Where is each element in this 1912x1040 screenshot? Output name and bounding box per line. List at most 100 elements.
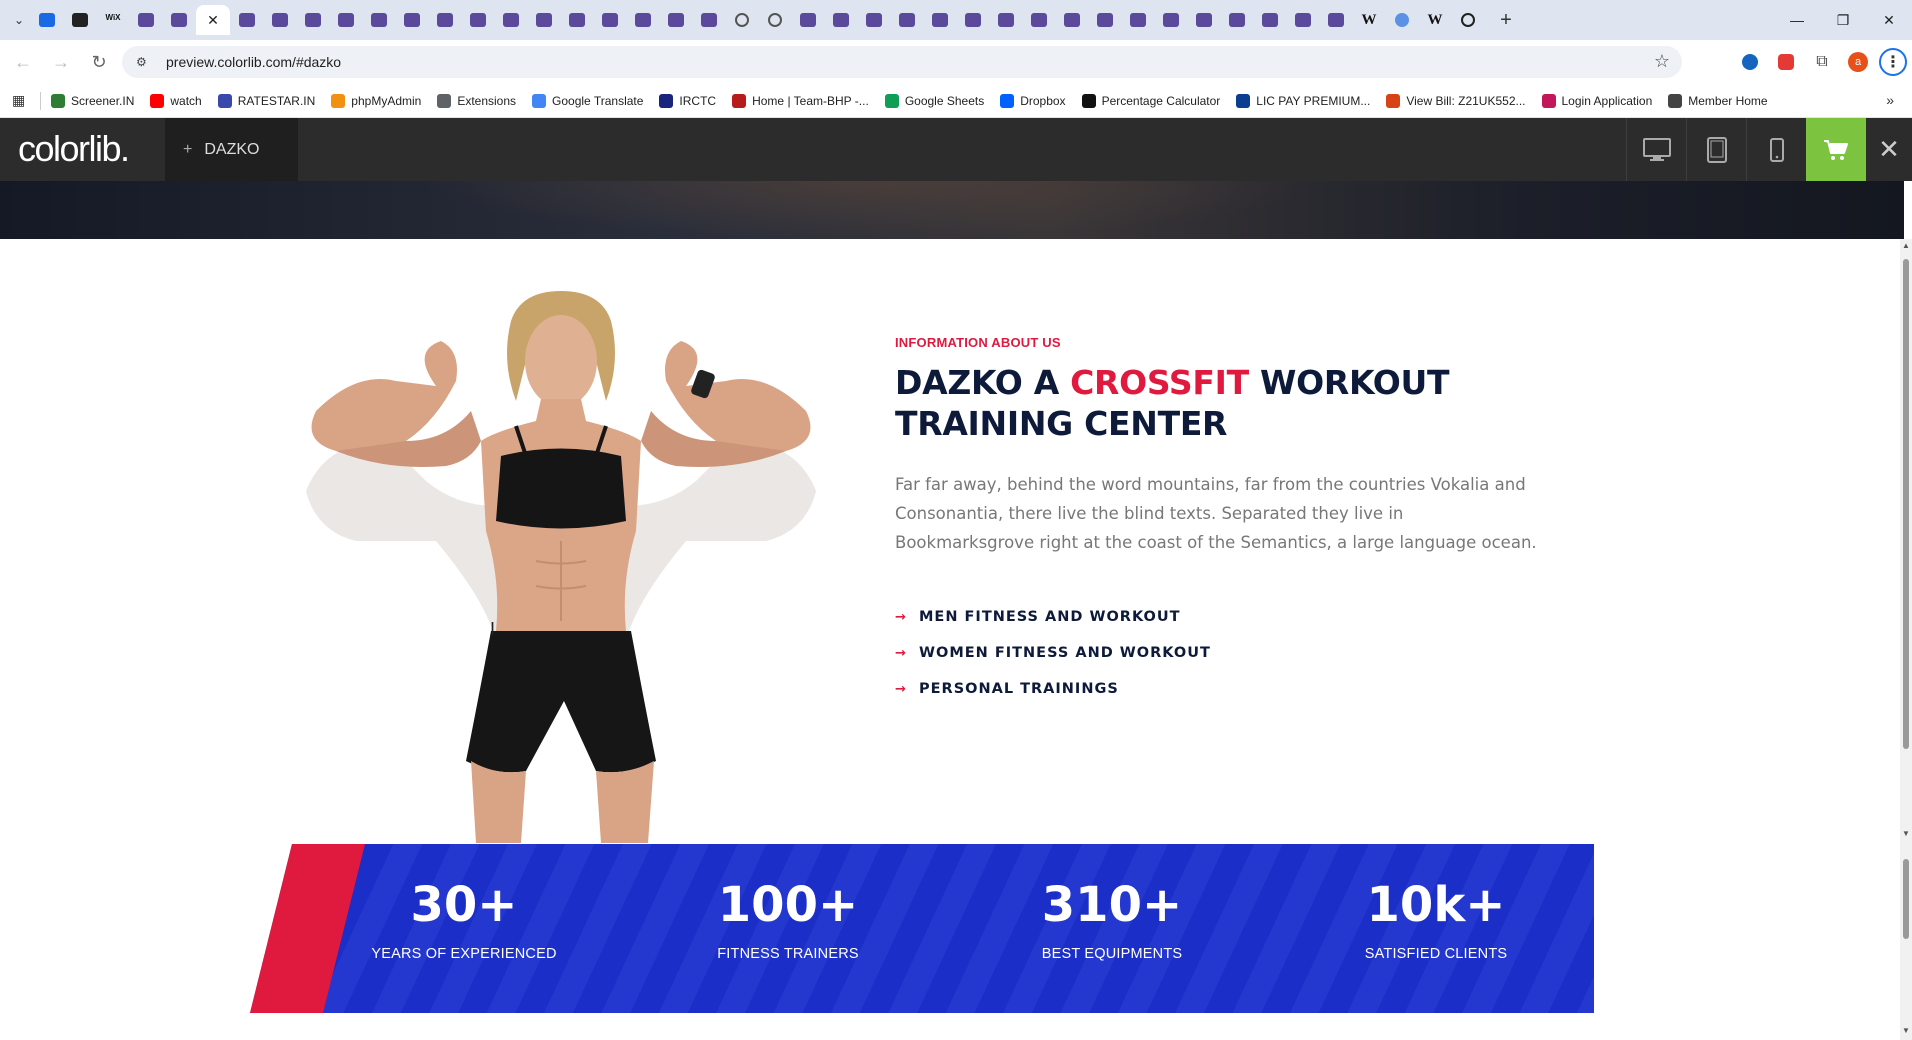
bookmark-item[interactable]: RATESTAR.IN bbox=[217, 93, 315, 108]
desktop-view-button[interactable] bbox=[1626, 118, 1686, 181]
bookmark-item[interactable]: View Bill: Z21UK552... bbox=[1386, 93, 1526, 108]
more-bookmarks-icon[interactable]: » bbox=[1886, 92, 1894, 108]
close-tab-icon[interactable]: ✕ bbox=[207, 12, 219, 29]
browser-tab[interactable] bbox=[231, 5, 263, 35]
scroll-down-icon[interactable]: ▼ bbox=[1900, 829, 1912, 838]
close-preview-button[interactable]: ✕ bbox=[1866, 118, 1912, 181]
browser-tab[interactable] bbox=[1089, 5, 1121, 35]
browser-tab[interactable] bbox=[990, 5, 1022, 35]
browser-tab[interactable] bbox=[627, 5, 659, 35]
chatgpt-icon bbox=[1461, 13, 1475, 27]
extension-icon[interactable] bbox=[1732, 40, 1768, 84]
browser-tab[interactable] bbox=[31, 5, 63, 35]
browser-tab[interactable] bbox=[891, 5, 923, 35]
reload-icon[interactable]: ↻ bbox=[84, 47, 114, 77]
buy-theme-button[interactable] bbox=[1806, 118, 1866, 181]
mobile-view-button[interactable] bbox=[1746, 118, 1806, 181]
browser-tab[interactable] bbox=[1188, 5, 1220, 35]
browser-tab[interactable] bbox=[825, 5, 857, 35]
browser-tab-active[interactable]: ✕ bbox=[196, 5, 230, 35]
tab-search-chevron-icon[interactable]: ⌄ bbox=[8, 9, 30, 31]
browser-tab[interactable] bbox=[495, 5, 527, 35]
browser-tab[interactable] bbox=[163, 5, 195, 35]
browser-tab[interactable] bbox=[1221, 5, 1253, 35]
browser-tab[interactable] bbox=[726, 5, 758, 35]
browser-tab[interactable] bbox=[1254, 5, 1286, 35]
page-scrollbar[interactable]: ▲ ▼ ▼ bbox=[1900, 239, 1912, 1040]
bookmark-favicon-icon bbox=[1081, 93, 1096, 108]
close-window-icon[interactable]: ✕ bbox=[1866, 0, 1912, 40]
wikipedia-icon: W bbox=[1427, 11, 1443, 28]
bookmark-item[interactable]: Home | Team-BHP -... bbox=[732, 93, 869, 108]
browser-tab[interactable] bbox=[561, 5, 593, 35]
browser-tab[interactable] bbox=[264, 5, 296, 35]
bookmark-item[interactable]: Extensions bbox=[437, 93, 516, 108]
browser-tab[interactable] bbox=[660, 5, 692, 35]
forward-icon[interactable]: → bbox=[46, 47, 76, 77]
window-controls: — ❐ ✕ bbox=[1774, 0, 1912, 40]
browser-tab[interactable] bbox=[759, 5, 791, 35]
bookmark-item[interactable]: Percentage Calculator bbox=[1081, 93, 1220, 108]
desktop-icon bbox=[1642, 137, 1671, 161]
browser-tab[interactable] bbox=[429, 5, 461, 35]
bookmark-star-icon[interactable]: ☆ bbox=[1654, 51, 1670, 72]
browser-tab[interactable] bbox=[693, 5, 725, 35]
inner-scrollbar-thumb[interactable] bbox=[1903, 859, 1909, 939]
scroll-up-icon[interactable]: ▲ bbox=[1900, 241, 1912, 250]
bookmark-favicon-icon bbox=[532, 93, 547, 108]
puzzle-extensions-icon[interactable]: ⧉ bbox=[1804, 40, 1840, 84]
browser-tab[interactable] bbox=[594, 5, 626, 35]
bookmark-item[interactable]: Dropbox bbox=[1000, 93, 1066, 108]
browser-tab[interactable] bbox=[363, 5, 395, 35]
browser-tab[interactable] bbox=[1386, 5, 1418, 35]
bookmark-item[interactable]: LIC PAY PREMIUM... bbox=[1236, 93, 1370, 108]
browser-tab[interactable]: WiX bbox=[97, 5, 129, 35]
restore-icon[interactable]: ❐ bbox=[1820, 0, 1866, 40]
new-tab-button[interactable]: + bbox=[1492, 9, 1520, 32]
bookmark-item[interactable]: Login Application bbox=[1541, 93, 1652, 108]
bookmark-item[interactable]: phpMyAdmin bbox=[331, 93, 421, 108]
profile-avatar[interactable]: a bbox=[1840, 40, 1876, 84]
browser-tab[interactable]: W bbox=[1353, 5, 1385, 35]
scroll-down-icon[interactable]: ▼ bbox=[1900, 1026, 1912, 1035]
browser-tab[interactable] bbox=[396, 5, 428, 35]
browser-tab[interactable] bbox=[858, 5, 890, 35]
browser-tab[interactable] bbox=[1122, 5, 1154, 35]
bookmark-item[interactable]: Screener.IN bbox=[51, 93, 134, 108]
url-bar[interactable]: ⚙ preview.colorlib.com/#dazko ☆ bbox=[122, 46, 1682, 78]
browser-tab[interactable] bbox=[924, 5, 956, 35]
scrollbar-thumb[interactable] bbox=[1903, 259, 1909, 749]
browser-tab[interactable] bbox=[792, 5, 824, 35]
colorlib-favicon-icon bbox=[1229, 13, 1245, 27]
tablet-view-button[interactable] bbox=[1686, 118, 1746, 181]
apps-grid-icon[interactable]: ▦ bbox=[12, 92, 32, 109]
minimize-icon[interactable]: — bbox=[1774, 0, 1820, 40]
browser-tab[interactable] bbox=[297, 5, 329, 35]
browser-tab[interactable] bbox=[130, 5, 162, 35]
browser-tab[interactable] bbox=[462, 5, 494, 35]
browser-tab[interactable]: W bbox=[1419, 5, 1451, 35]
colorlib-logo[interactable]: colorlib. bbox=[18, 128, 130, 170]
url-text[interactable]: preview.colorlib.com/#dazko bbox=[166, 54, 341, 70]
theme-selector[interactable]: + DAZKO bbox=[165, 118, 298, 181]
browser-tab[interactable] bbox=[64, 5, 96, 35]
browser-tab[interactable] bbox=[1023, 5, 1055, 35]
browser-tab[interactable] bbox=[1056, 5, 1088, 35]
adblock-shield-icon[interactable] bbox=[1768, 40, 1804, 84]
browser-tab[interactable] bbox=[1452, 5, 1484, 35]
chrome-menu-button[interactable]: ⋮ bbox=[1876, 40, 1912, 84]
bookmark-item[interactable]: Google Sheets bbox=[884, 93, 984, 108]
bookmark-item[interactable]: watch bbox=[150, 93, 202, 108]
browser-tab[interactable] bbox=[528, 5, 560, 35]
bookmark-item[interactable]: Google Translate bbox=[532, 93, 643, 108]
browser-tab[interactable] bbox=[957, 5, 989, 35]
back-icon[interactable]: ← bbox=[8, 47, 38, 77]
browser-tab[interactable] bbox=[330, 5, 362, 35]
browser-tab[interactable] bbox=[1287, 5, 1319, 35]
browser-tab[interactable] bbox=[1320, 5, 1352, 35]
bookmark-item[interactable]: Member Home bbox=[1668, 93, 1768, 108]
colorlib-favicon-icon bbox=[503, 13, 519, 27]
bookmark-item[interactable]: IRCTC bbox=[659, 93, 716, 108]
browser-tab[interactable] bbox=[1155, 5, 1187, 35]
site-info-icon[interactable]: ⚙ bbox=[136, 55, 150, 69]
